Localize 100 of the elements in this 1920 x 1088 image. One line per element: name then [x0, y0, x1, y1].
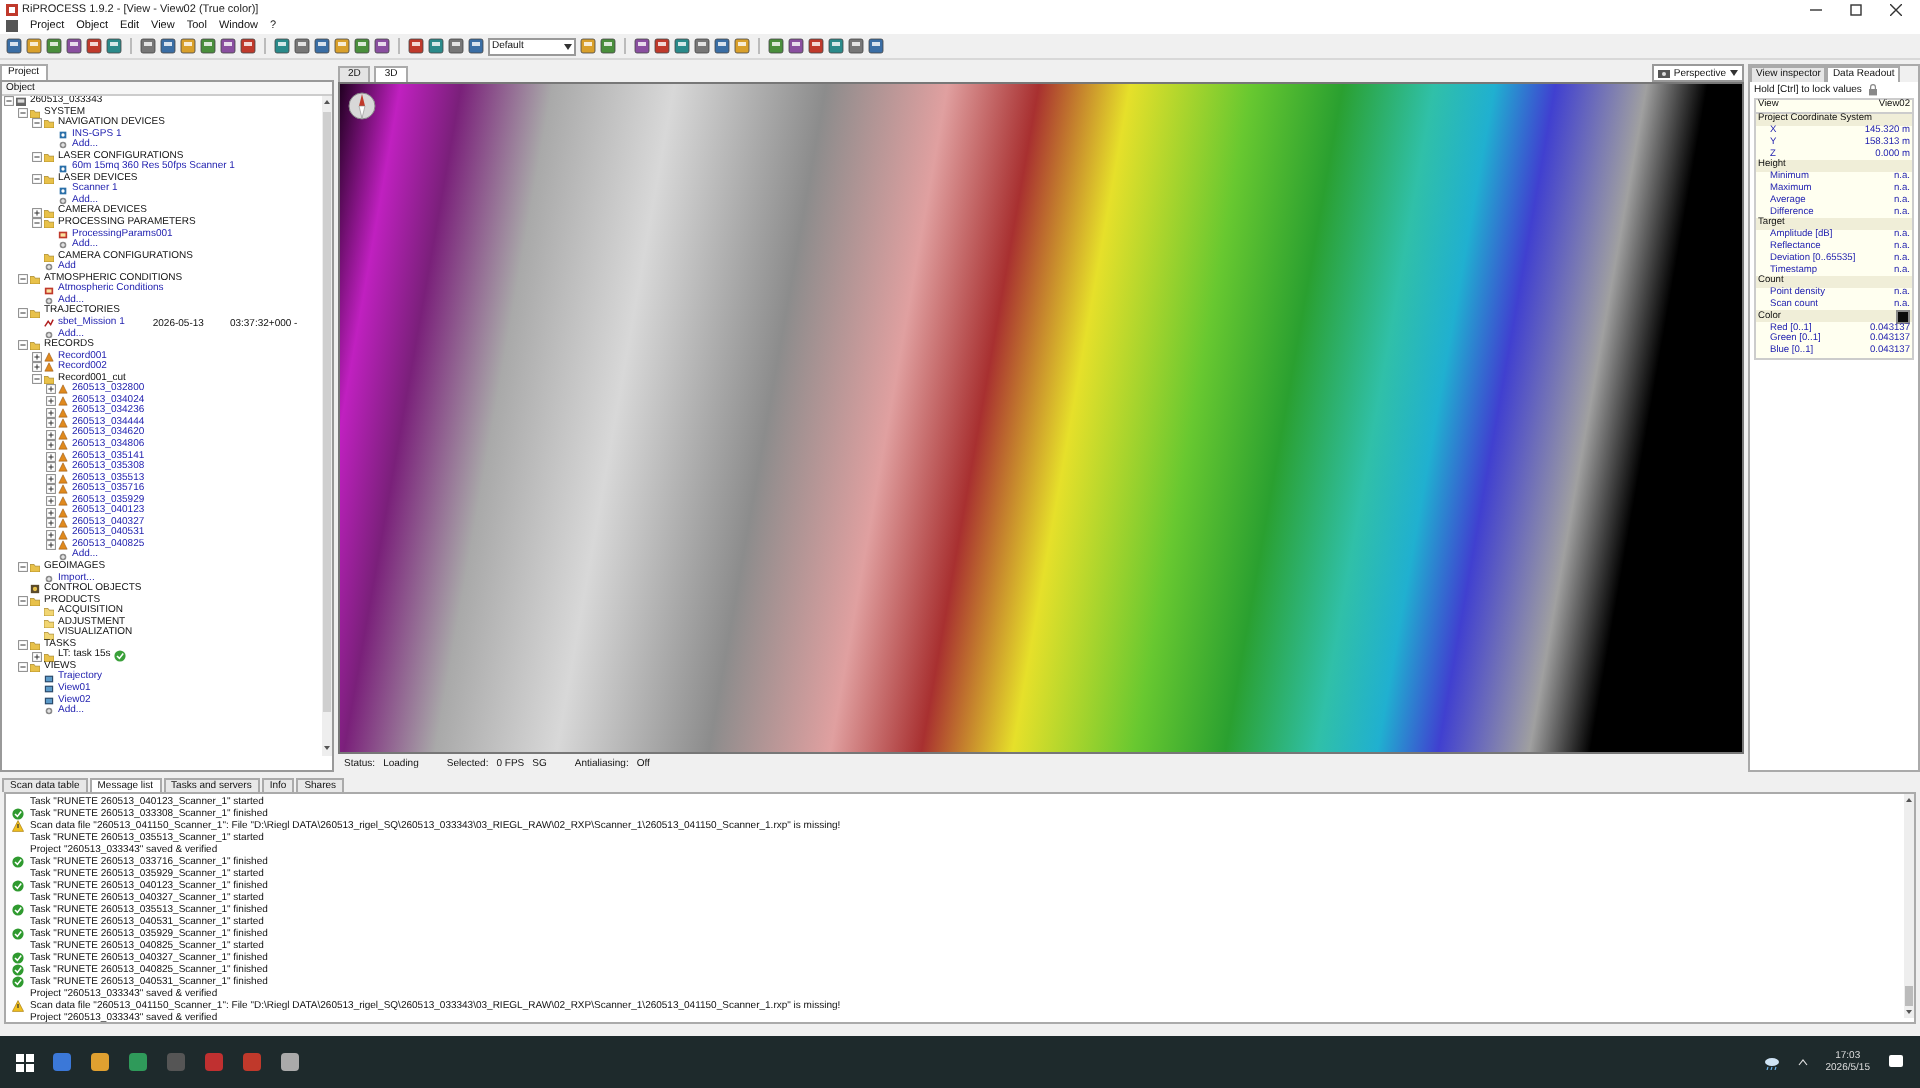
- folder-icon: [30, 340, 40, 351]
- checkmark-icon: [12, 808, 24, 820]
- toolbar-icon[interactable]: [200, 38, 216, 54]
- expander-icon[interactable]: [46, 484, 56, 495]
- windows-icon[interactable]: [16, 1053, 34, 1071]
- warning-icon: [12, 1000, 24, 1012]
- toolbar-icon[interactable]: [808, 38, 824, 54]
- expander-icon[interactable]: [18, 562, 28, 573]
- chevron-up-icon[interactable]: [1797, 1058, 1808, 1066]
- toolbar-icon[interactable]: [220, 38, 236, 54]
- toolbar-icon[interactable]: [428, 38, 444, 54]
- toolbar-icon[interactable]: [448, 38, 464, 54]
- checkmark-icon: [114, 650, 127, 663]
- device-icon: [58, 163, 68, 174]
- expander-icon[interactable]: [32, 218, 42, 229]
- add-icon: [58, 551, 68, 562]
- toolbar-icon[interactable]: [374, 38, 390, 54]
- toolbar-icon[interactable]: [66, 38, 82, 54]
- toolbar-icon[interactable]: [240, 38, 256, 54]
- toolbar-icon[interactable]: [468, 38, 484, 54]
- expander-icon[interactable]: [46, 384, 56, 395]
- checkmark-icon: [12, 904, 24, 916]
- close-icon[interactable]: [1890, 3, 1902, 15]
- weather-icon[interactable]: [1763, 1055, 1780, 1069]
- toolbar-icon[interactable]: [334, 38, 350, 54]
- toolbar-icon[interactable]: [408, 38, 424, 54]
- toolbar-icon[interactable]: [580, 38, 596, 54]
- expander-icon[interactable]: [32, 118, 42, 129]
- expander-icon[interactable]: [46, 396, 56, 407]
- toolbar-icon[interactable]: [714, 38, 730, 54]
- expander-icon[interactable]: [4, 96, 14, 107]
- expander-icon[interactable]: [46, 407, 56, 418]
- toolbar-icon[interactable]: [868, 38, 884, 54]
- device-icon: [58, 185, 68, 196]
- lock-icon[interactable]: [1867, 84, 1878, 96]
- compass-icon: [348, 92, 376, 120]
- toolbar-icon[interactable]: [314, 38, 330, 54]
- expander-icon[interactable]: [46, 518, 56, 529]
- warning-icon: [12, 820, 24, 832]
- toolbar-icon[interactable]: [634, 38, 650, 54]
- expander-icon[interactable]: [32, 152, 42, 162]
- folder-icon: [44, 373, 54, 384]
- expander-icon[interactable]: [32, 207, 42, 218]
- expander-icon[interactable]: [46, 495, 56, 506]
- toolbar-icon[interactable]: [6, 38, 22, 54]
- toolbar-icon[interactable]: [828, 38, 844, 54]
- toolbar-icon[interactable]: [768, 38, 784, 54]
- toolbar-icon[interactable]: [46, 38, 62, 54]
- expander-icon[interactable]: [46, 451, 56, 462]
- toolbar-icon[interactable]: [140, 38, 156, 54]
- expander-icon[interactable]: [32, 351, 42, 362]
- folder-icon: [44, 251, 54, 262]
- minimize-icon[interactable]: [1810, 3, 1822, 15]
- toolbar-icon[interactable]: [86, 38, 102, 54]
- expander-icon[interactable]: [18, 274, 28, 285]
- toolbar-icon[interactable]: [694, 38, 710, 54]
- toolbar-icon[interactable]: [294, 38, 310, 54]
- expander-icon[interactable]: [32, 174, 42, 185]
- expander-icon[interactable]: [18, 307, 28, 318]
- toolbar-icon[interactable]: [654, 38, 670, 54]
- expander-icon[interactable]: [18, 107, 28, 118]
- toolbar-icon[interactable]: [354, 38, 370, 54]
- expander-icon[interactable]: [32, 373, 42, 384]
- expander-icon[interactable]: [18, 595, 28, 606]
- toolbar-icon[interactable]: [674, 38, 690, 54]
- toolbar-icon[interactable]: [106, 38, 122, 54]
- expander-icon[interactable]: [18, 340, 28, 351]
- expander-icon[interactable]: [46, 429, 56, 440]
- expander-icon[interactable]: [46, 462, 56, 473]
- toolbar-icon[interactable]: [848, 38, 864, 54]
- expander-icon[interactable]: [46, 473, 56, 484]
- toolbar-icon[interactable]: [788, 38, 804, 54]
- checkmark-icon: [12, 856, 24, 868]
- toolbar-icon[interactable]: [26, 38, 42, 54]
- expander-icon[interactable]: [18, 662, 28, 673]
- expander-icon[interactable]: [46, 440, 56, 451]
- toolbar-icon[interactable]: [274, 38, 290, 54]
- toolbar-icon[interactable]: [180, 38, 196, 54]
- toolbar-icon[interactable]: [600, 38, 616, 54]
- checkmark-icon: [12, 880, 24, 892]
- notification-icon[interactable]: [1888, 1054, 1904, 1070]
- expander-icon[interactable]: [46, 529, 56, 540]
- document-icon: [44, 285, 54, 296]
- expander-icon[interactable]: [46, 540, 56, 551]
- folder-icon: [30, 562, 40, 573]
- expander-icon[interactable]: [32, 651, 42, 662]
- maximize-icon[interactable]: [1850, 3, 1862, 15]
- folder-icon: [30, 307, 40, 318]
- folder-icon: [44, 174, 54, 185]
- caret-icon: [564, 43, 572, 49]
- toolbar-icon[interactable]: [734, 38, 750, 54]
- expander-icon[interactable]: [46, 507, 56, 517]
- add-icon: [44, 706, 54, 717]
- scrollbar-icon: [322, 96, 332, 756]
- add-icon: [58, 196, 68, 207]
- expander-icon[interactable]: [46, 418, 56, 429]
- expander-icon[interactable]: [18, 640, 28, 651]
- caret-icon: [1730, 70, 1738, 76]
- toolbar-icon[interactable]: [160, 38, 176, 54]
- expander-icon[interactable]: [32, 362, 42, 373]
